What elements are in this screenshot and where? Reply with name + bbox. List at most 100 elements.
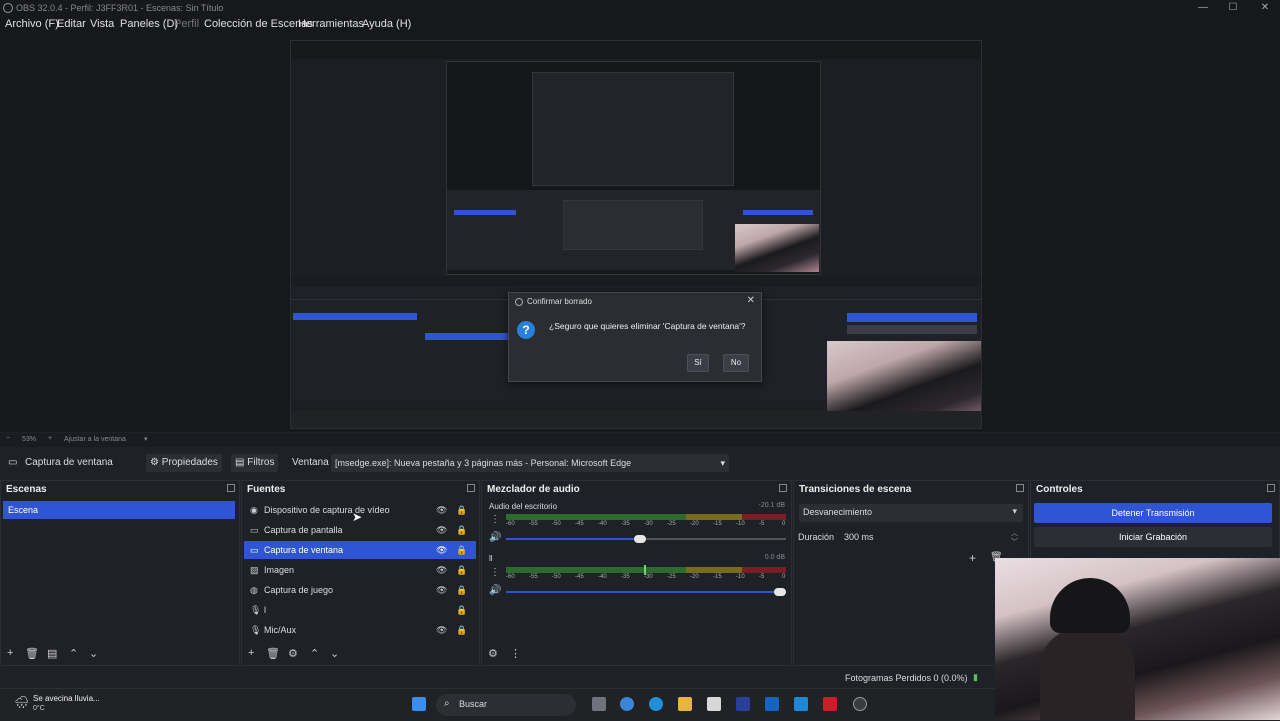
windows-start-icon[interactable] — [412, 697, 426, 711]
source-item[interactable]: 🎙 l 🔒 — [244, 601, 476, 619]
lock-icon[interactable]: 🔒 — [456, 541, 467, 559]
dropbox-icon[interactable] — [765, 697, 779, 711]
task-view-icon[interactable] — [592, 697, 606, 711]
more-icon[interactable]: ⋮ — [490, 514, 500, 525]
lock-icon[interactable]: 🔒 — [456, 561, 467, 579]
source-item[interactable]: ▨ Imagen 👁 🔒 — [244, 561, 476, 579]
move-up-icon[interactable]: ⌃ — [69, 647, 78, 660]
filters-button[interactable]: ▤ Filtros — [231, 454, 279, 472]
eye-icon[interactable]: 👁 — [436, 521, 447, 539]
eye-icon[interactable]: 👁 — [436, 581, 447, 599]
volume-slider[interactable] — [506, 535, 786, 543]
chevron-down-icon[interactable]: ▾ — [144, 435, 148, 443]
dialog-close-button[interactable]: ✕ — [747, 295, 755, 306]
add-icon[interactable]: + — [248, 647, 254, 659]
weather-text[interactable]: Se avecina lluvia... — [33, 694, 100, 703]
window-label: Ventana — [292, 457, 329, 468]
microphone-icon: 🎙 — [250, 605, 262, 615]
pdf-icon[interactable] — [823, 697, 837, 711]
more-icon[interactable]: ⋮ — [490, 567, 500, 578]
monitor-icon: ▭ — [250, 525, 259, 535]
lock-icon[interactable]: 🔒 — [456, 581, 467, 599]
start-record-button[interactable]: Iniciar Grabación — [1034, 527, 1272, 547]
trash-icon[interactable]: 🗑 — [25, 647, 39, 660]
undock-icon[interactable] — [467, 484, 475, 492]
eye-icon[interactable]: 👁 — [436, 621, 447, 639]
undock-icon[interactable] — [1016, 484, 1024, 492]
move-down-icon[interactable]: ⌄ — [330, 647, 339, 660]
zoom-mode[interactable]: Ajustar a la ventana — [64, 436, 126, 443]
lock-icon[interactable]: 🔒 — [456, 501, 467, 519]
lock-icon[interactable]: 🔒 — [456, 601, 467, 619]
slider-handle[interactable] — [634, 535, 646, 543]
gear-icon[interactable]: ⚙ — [288, 647, 298, 660]
menu-paneles[interactable]: Paneles (D) — [120, 18, 178, 30]
menu-ayuda[interactable]: Ayuda (H) — [362, 18, 411, 30]
lock-icon[interactable]: 🔒 — [456, 621, 467, 639]
store-icon[interactable] — [707, 697, 721, 711]
menu-coleccion-escenas[interactable]: Colección de Escenas — [204, 18, 313, 30]
volume-slider[interactable] — [506, 588, 786, 596]
app-icon[interactable] — [794, 697, 808, 711]
filter-icon[interactable]: ▤ — [47, 647, 57, 660]
undock-icon[interactable] — [779, 484, 787, 492]
copilot-icon[interactable] — [620, 697, 634, 711]
duration-input[interactable]: 300 ms ︿ ﹀ — [840, 528, 1022, 546]
menu-vista[interactable]: Vista — [90, 18, 114, 30]
stepper-down-icon[interactable]: ﹀ — [1011, 537, 1018, 547]
capture-menubar — [291, 49, 981, 59]
properties-button[interactable]: ⚙ Propiedades — [146, 454, 222, 472]
menu-editar[interactable]: Editar — [57, 18, 86, 30]
trash-icon[interactable]: 🗑 — [266, 647, 280, 660]
cap — [1050, 578, 1130, 633]
channel-name: ll — [489, 554, 493, 563]
zoom-in-icon[interactable]: + — [48, 435, 52, 442]
capture-source-selected — [425, 333, 509, 340]
maximize-button[interactable]: ☐ — [1218, 0, 1248, 16]
more-icon[interactable]: ⋮ — [510, 647, 521, 660]
gamepad-icon: ◍ — [250, 585, 258, 595]
level-meter-red — [742, 567, 786, 573]
obs-logo-icon — [3, 3, 13, 13]
obs-taskbar-icon[interactable] — [853, 697, 867, 711]
undock-icon[interactable] — [1267, 484, 1275, 492]
taskbar-search[interactable]: ⌕ Buscar — [436, 694, 576, 716]
stop-stream-button[interactable]: Detener Transmisión — [1034, 503, 1272, 523]
menu-herramientas[interactable]: Herramientas — [298, 18, 364, 30]
speaker-icon[interactable]: 🔊 — [489, 585, 501, 596]
eye-icon[interactable]: 👁 — [436, 561, 447, 579]
minimize-button[interactable]: — — [1188, 0, 1218, 16]
edge-icon[interactable] — [649, 697, 663, 711]
level-meter-green — [506, 567, 686, 573]
source-item[interactable]: ◍ Captura de juego 👁 🔒 — [244, 581, 476, 599]
capture-zoombar — [291, 276, 981, 286]
move-up-icon[interactable]: ⌃ — [310, 647, 319, 660]
source-item[interactable]: 🎙 Mic/Aux 👁 🔒 — [244, 621, 476, 639]
menu-perfil[interactable]: Perfil — [174, 18, 199, 30]
scene-item[interactable]: Escena — [3, 501, 235, 519]
file-explorer-icon[interactable] — [678, 697, 692, 711]
source-item[interactable]: ▭ Captura de ventana 👁 🔒 — [244, 541, 476, 559]
add-icon[interactable]: + — [7, 647, 13, 659]
question-icon: ? — [517, 321, 535, 339]
add-icon[interactable]: + — [969, 551, 976, 565]
window-select[interactable]: [msedge.exe]: Nueva pestaña y 3 páginas … — [331, 454, 729, 472]
app-b-icon[interactable] — [736, 697, 750, 711]
duration-label: Duración — [798, 532, 835, 542]
undock-icon[interactable] — [227, 484, 235, 492]
gear-icon[interactable]: ⚙ — [488, 647, 498, 660]
menu-archivo[interactable]: Archivo (F) — [5, 18, 59, 30]
eye-icon[interactable]: 👁 — [436, 501, 447, 519]
speaker-icon[interactable]: 🔊 — [489, 532, 501, 543]
close-window-button[interactable]: ✕ — [1250, 0, 1280, 16]
yes-button[interactable]: Sí — [687, 354, 709, 372]
no-button[interactable]: No — [723, 354, 749, 372]
eye-icon[interactable]: 👁 — [436, 541, 447, 559]
lock-icon[interactable]: 🔒 — [456, 521, 467, 539]
move-down-icon[interactable]: ⌄ — [89, 647, 98, 660]
zoom-out-icon[interactable]: − — [6, 435, 10, 442]
slider-handle[interactable] — [774, 588, 786, 596]
window-select-value: [msedge.exe]: Nueva pestaña y 3 páginas … — [335, 458, 632, 468]
level-meter-yellow — [686, 514, 742, 520]
transition-select[interactable]: Desvanecimiento ▾ — [799, 504, 1023, 522]
